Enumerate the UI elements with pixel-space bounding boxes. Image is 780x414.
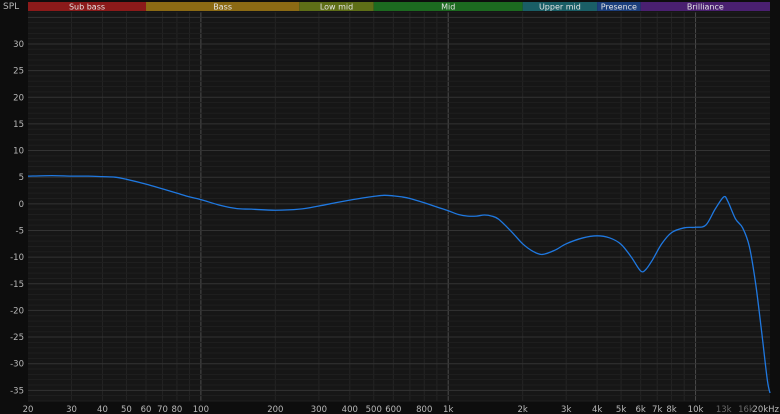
y-tick-label: -30 — [10, 360, 24, 370]
y-tick-label: 30 — [13, 40, 24, 50]
x-tick-label: 8k — [666, 405, 676, 414]
y-tick-label: -15 — [10, 280, 24, 290]
band-label: Brilliance — [687, 3, 724, 12]
x-tick-label: 5k — [616, 405, 626, 414]
x-tick-label: 30 — [66, 405, 77, 414]
x-tick-label: 10k — [688, 405, 704, 414]
y-tick-label: -10 — [10, 253, 24, 263]
x-tick-label: 400 — [342, 405, 358, 414]
x-tick-label: 600 — [385, 405, 401, 414]
x-tick-label: 1k — [443, 405, 453, 414]
x-tick-label: 40 — [97, 405, 108, 414]
x-tick-label: 2k — [517, 405, 527, 414]
y-tick-label: 10 — [13, 147, 24, 157]
x-tick-label: 7k — [652, 405, 662, 414]
x-tick-label: 100 — [193, 405, 209, 414]
x-tick-label: 60 — [141, 405, 152, 414]
band-label: Upper mid — [539, 3, 581, 12]
x-tick-label: 50 — [121, 405, 132, 414]
x-tick-label: 6k — [636, 405, 646, 414]
x-tick-label: 13k — [716, 405, 732, 414]
x-tick-label: 800 — [416, 405, 432, 414]
band-label: Mid — [441, 3, 455, 12]
frequency-response-chart: Sub bass Bass Low mid Mid Upper mid Presence B… — [0, 0, 780, 414]
band-label: Bass — [213, 3, 232, 12]
y-tick-label: 15 — [13, 120, 24, 130]
y-axis-label: SPL — [3, 2, 19, 12]
frequency-band-bar: Sub bass Bass Low mid Mid Upper mid Presence B… — [28, 2, 770, 12]
band-label: Presence — [601, 3, 637, 12]
band-label: Low mid — [320, 3, 353, 12]
x-tick-label: 80 — [171, 405, 182, 414]
x-tick-label: 3k — [561, 405, 571, 414]
y-tick-label: 20 — [13, 93, 24, 103]
x-tick-label: 200 — [267, 405, 283, 414]
y-tick-label: -5 — [16, 226, 24, 236]
y-tick-label: 25 — [13, 67, 24, 77]
y-tick-label: -20 — [10, 306, 24, 316]
y-tick-label: -25 — [10, 333, 24, 343]
y-tick-label: -35 — [10, 386, 24, 396]
x-tick-label: 4k — [592, 405, 602, 414]
band-label: Sub bass — [69, 3, 105, 12]
x-tick-label: 20 — [23, 405, 34, 414]
x-tick-label: 300 — [311, 405, 327, 414]
x-tick-label: 500 — [366, 405, 382, 414]
y-tick-label: 5 — [19, 173, 24, 183]
x-tick-label: 70 — [157, 405, 168, 414]
y-tick-label: 0 — [19, 200, 24, 210]
x-tick-label: 20kHz — [752, 405, 779, 414]
